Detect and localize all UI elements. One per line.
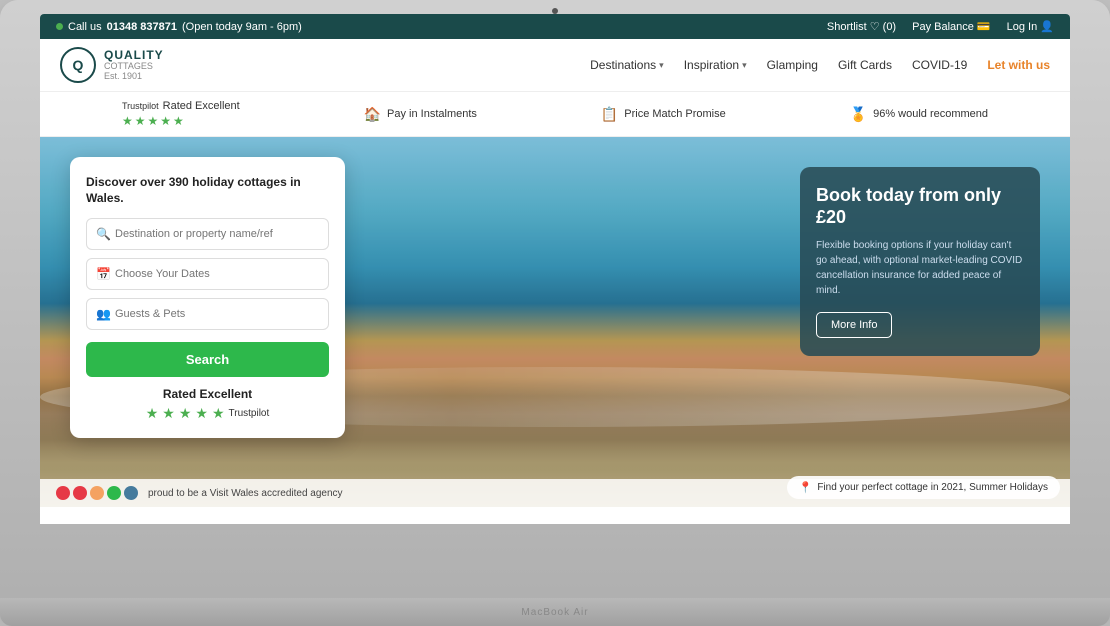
call-label: Call us [68,21,102,33]
nav-bar: Q QUALITY COTTAGES Est. 1901 Destination… [40,39,1070,92]
nav-inspiration[interactable]: Inspiration ▾ [684,58,747,72]
star-icon: ★ [122,114,133,128]
laptop-base: MacBook Air [0,598,1110,626]
dates-input-wrap: 📅 [86,258,329,290]
guests-input-wrap: 👥 [86,298,329,330]
flag-dots [56,486,138,500]
pay-balance-link[interactable]: Pay Balance 💳 [912,20,991,33]
chevron-down-icon: ▾ [742,60,747,71]
price-match-icon: 📋 [601,106,618,123]
price-match-text: Price Match Promise [624,108,725,120]
star-icon: ★ [179,405,192,422]
trust-recommend: 🏅 96% would recommend [850,106,988,123]
search-card-title: Discover over 390 holiday cottages in Wa… [86,175,329,206]
search-icon: 🔍 [96,227,111,241]
established: Est. 1901 [104,72,164,82]
hero-section: Discover over 390 holiday cottages in Wa… [40,137,1070,507]
nav-links: Destinations ▾ Inspiration ▾ Glamping Gi… [590,58,1050,72]
search-card: Discover over 390 holiday cottages in Wa… [70,157,345,438]
instalments-icon: 🏠 [364,106,381,123]
flag-dot-green [107,486,121,500]
chevron-down-icon: ▾ [659,60,664,71]
destination-input[interactable] [86,218,329,250]
laptop-screen: Call us 01348 837871 (Open today 9am - 6… [40,14,1070,524]
flag-dot-red2 [73,486,87,500]
dates-input[interactable] [86,258,329,290]
trust-instalments: 🏠 Pay in Instalments [364,106,477,123]
logo-text: QUALITY COTTAGES Est. 1901 [104,49,164,82]
booking-title: Book today from only £20 [816,185,1024,228]
laptop-frame: Call us 01348 837871 (Open today 9am - 6… [0,0,1110,598]
card-stars: ★ ★ ★ ★ ★ Trustpilot [86,405,329,422]
instalments-text: Pay in Instalments [387,108,477,120]
hero-bottom-bar: 📍 Find your perfect cottage in 2021, Sum… [787,476,1060,499]
calendar-icon: 📅 [96,267,111,281]
flag-dot-orange [90,486,104,500]
guests-icon: 👥 [96,307,111,321]
shortlist-link[interactable]: Shortlist ♡ (0) [827,20,896,33]
logo-area[interactable]: Q QUALITY COTTAGES Est. 1901 [60,47,164,83]
nav-gift-cards[interactable]: Gift Cards [838,58,892,72]
top-bar-left: Call us 01348 837871 (Open today 9am - 6… [56,21,302,33]
trust-stars: ★ ★ ★ ★ ★ [122,114,184,128]
logo-letter: Q [73,57,84,73]
flag-dot-blue [124,486,138,500]
open-hours: (Open today 9am - 6pm) [182,21,302,33]
guests-input[interactable] [86,298,329,330]
bottom-strip-label: proud to be a Visit Wales accredited age… [148,488,343,499]
trust-price-match: 📋 Price Match Promise [601,106,726,123]
hero-bottom-label: Find your perfect cottage in 2021, Summe… [817,482,1048,493]
star-icon: ★ [162,405,175,422]
trustpilot-label: Trustpilot [122,101,159,111]
top-bar: Call us 01348 837871 (Open today 9am - 6… [40,14,1070,39]
destination-input-wrap: 🔍 [86,218,329,250]
more-info-button[interactable]: More Info [816,312,892,338]
online-dot [56,23,63,30]
nav-let-with-us[interactable]: Let with us [987,58,1050,72]
nav-glamping[interactable]: Glamping [767,58,818,72]
rated-excellent-label: Rated Excellent [86,387,329,401]
star-icon: ★ [146,405,159,422]
star-icon: ★ [173,114,184,128]
logo-circle: Q [60,47,96,83]
login-link[interactable]: Log In 👤 [1007,20,1054,33]
nav-destinations[interactable]: Destinations ▾ [590,58,664,72]
booking-description: Flexible booking options if your holiday… [816,238,1024,298]
search-card-footer: Rated Excellent ★ ★ ★ ★ ★ Trustpilot [86,387,329,422]
rated-excellent-text: Rated Excellent [163,100,240,112]
search-button[interactable]: Search [86,342,329,377]
star-icon: ★ [147,114,158,128]
trust-bar: Trustpilot Rated Excellent ★ ★ ★ ★ ★ 🏠 P… [40,92,1070,137]
star-icon: ★ [212,405,225,422]
star-icon: ★ [160,114,171,128]
star-icon: ★ [135,114,146,128]
top-bar-right: Shortlist ♡ (0) Pay Balance 💳 Log In 👤 [827,20,1054,33]
flag-dot-red [56,486,70,500]
trustpilot-text: Trustpilot [229,408,270,419]
pin-icon: 📍 [799,481,813,494]
star-icon: ★ [195,405,208,422]
phone-number[interactable]: 01348 837871 [107,21,177,33]
laptop-brand-label: MacBook Air [521,607,588,618]
trust-trustpilot: Trustpilot Rated Excellent ★ ★ ★ ★ ★ [122,100,240,128]
nav-covid[interactable]: COVID-19 [912,58,967,72]
booking-box: Book today from only £20 Flexible bookin… [800,167,1040,356]
recommend-text: 96% would recommend [873,108,988,120]
recommend-icon: 🏅 [850,106,867,123]
